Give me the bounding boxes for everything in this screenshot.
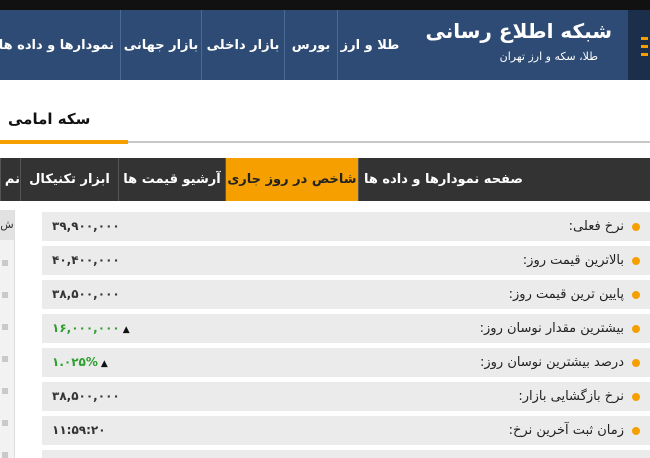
menu-icon-bar — [641, 53, 648, 56]
row-label: درصد بیشترین نوسان روز: — [479, 355, 624, 370]
bullet-icon — [632, 291, 640, 299]
row-value: ۳۸,۵۰۰,۰۰۰ — [52, 287, 120, 301]
side-table-marker — [2, 388, 8, 394]
section-accent-bar — [0, 140, 128, 144]
bullet-icon — [632, 427, 640, 435]
bullet-icon — [632, 257, 640, 265]
row-opening-rate: نرخ بازگشایی بازار: ۳۸,۵۰۰,۰۰۰ — [42, 382, 650, 411]
bullet-icon — [632, 359, 640, 367]
top-strip — [0, 0, 650, 10]
side-table-marker — [2, 292, 8, 298]
menu-icon — [641, 37, 648, 40]
side-table-marker — [2, 324, 8, 330]
menu-icon-bar — [641, 45, 648, 48]
nav-domestic-market[interactable]: بازار داخلی — [201, 10, 284, 80]
side-table-header: ش — [0, 210, 14, 240]
bullet-icon — [632, 393, 640, 401]
row-day-high: بالاترین قیمت روز: ۴۰,۴۰۰,۰۰۰ — [42, 246, 650, 275]
row-max-fluctuation-percent: درصد بیشترین نوسان روز: ۱.۰۲۵% ▲ — [42, 348, 650, 377]
bullet-icon — [632, 325, 640, 333]
side-table-marker — [2, 420, 8, 426]
bullet-icon — [632, 223, 640, 231]
tab-overflow[interactable]: نم — [0, 158, 20, 201]
tab-price-archive[interactable]: آرشیو قیمت ها — [118, 158, 225, 201]
row-partial — [42, 450, 650, 458]
row-max-fluctuation: بیشترین مقدار نوسان روز: ۱۶,۰۰۰,۰۰۰ ▲ — [42, 314, 650, 343]
row-label: بیشترین مقدار نوسان روز: — [479, 321, 624, 336]
row-value: ۴۰,۴۰۰,۰۰۰ — [52, 253, 120, 267]
row-value: ۱.۰۲۵% ▲ — [52, 348, 108, 379]
side-table: ش — [0, 210, 15, 458]
section-title: سکه امامی — [8, 110, 91, 128]
up-arrow-icon: ▲ — [122, 325, 130, 335]
tab-technical-tools[interactable]: ابزار تکنیکال — [20, 158, 118, 201]
row-label: نرخ فعلی: — [568, 219, 624, 234]
row-label: پایین ترین قیمت روز: — [508, 287, 624, 302]
tab-today-index[interactable]: شاخص در روز جاری — [225, 158, 358, 201]
side-table-marker — [2, 260, 8, 266]
row-label: نرخ بازگشایی بازار: — [518, 389, 624, 404]
row-label: زمان ثبت آخرین نرخ: — [508, 423, 624, 438]
side-table-marker — [2, 452, 8, 458]
row-value: ۳۸,۵۰۰,۰۰۰ — [52, 389, 120, 403]
row-value: ۱۱:۵۹:۲۰ — [52, 423, 106, 437]
value-text: ۱.۰۲۵% — [52, 355, 98, 369]
nav-gold-currency[interactable]: طلا و ارز — [337, 10, 402, 80]
site-title: شبکه اطلاع رسانی — [425, 19, 613, 43]
row-day-low: پایین ترین قیمت روز: ۳۸,۵۰۰,۰۰۰ — [42, 280, 650, 309]
row-last-update-time: زمان ثبت آخرین نرخ: ۱۱:۵۹:۲۰ — [42, 416, 650, 445]
up-arrow-icon: ▲ — [100, 359, 108, 369]
nav-bourse[interactable]: بورس — [284, 10, 337, 80]
row-value: ۳۹,۹۰۰,۰۰۰ — [52, 219, 120, 233]
row-current-rate: نرخ فعلی: ۳۹,۹۰۰,۰۰۰ — [42, 212, 650, 241]
value-text: ۱۶,۰۰۰,۰۰۰ — [52, 321, 120, 335]
side-table-marker — [2, 356, 8, 362]
row-value: ۱۶,۰۰۰,۰۰۰ ▲ — [52, 314, 130, 345]
menu-button[interactable] — [628, 10, 650, 80]
nav-charts-data[interactable]: نمودارها و داده ها — [0, 10, 120, 80]
tab-charts-page[interactable]: صفحه نمودارها و داده ها — [358, 158, 528, 201]
nav-global-market[interactable]: بازار جهانی — [120, 10, 201, 80]
site-subtitle: طلا، سکه و ارز تهران — [499, 50, 598, 63]
row-label: بالاترین قیمت روز: — [522, 253, 624, 268]
site-logo[interactable]: شبکه اطلاع رسانی طلا، سکه و ارز تهران — [402, 10, 626, 80]
